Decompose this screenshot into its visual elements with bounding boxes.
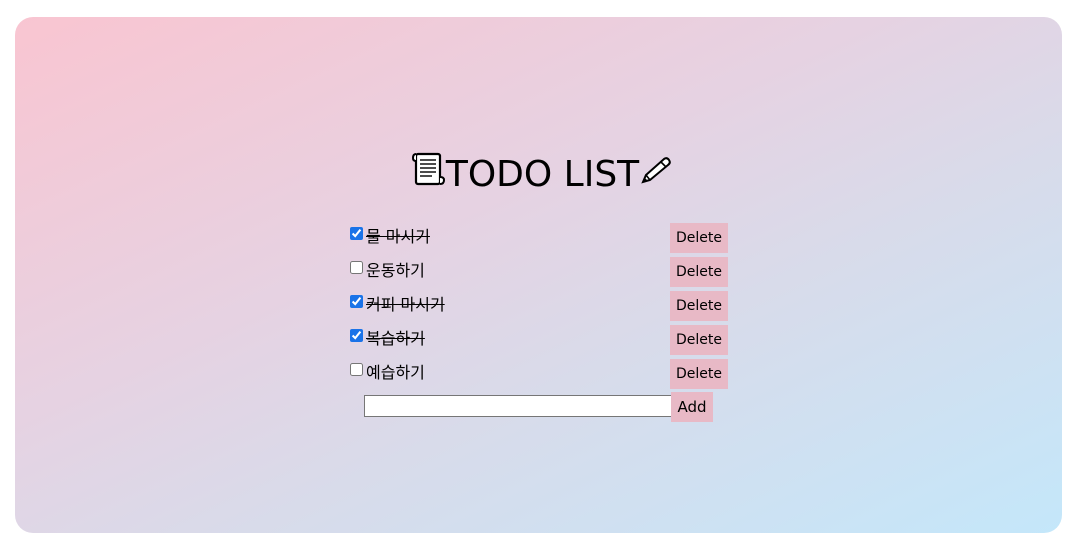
todo-checkbox[interactable] (350, 363, 363, 376)
todo-item: 복습하기 Delete (350, 324, 730, 358)
new-todo-input[interactable] (364, 395, 674, 417)
delete-button[interactable]: Delete (670, 223, 728, 253)
todo-text: 예습하기 (366, 363, 425, 382)
todo-item: 운동하기 Delete (350, 256, 730, 290)
todo-checkbox[interactable] (350, 261, 363, 274)
add-button[interactable]: Add (671, 392, 713, 422)
todo-checkbox[interactable] (350, 227, 363, 240)
todo-checkbox[interactable] (350, 329, 363, 342)
scroll-icon (411, 151, 446, 200)
todo-text: 복습하기 (366, 329, 425, 348)
delete-button[interactable]: Delete (670, 291, 728, 321)
todo-list: 물 마시기 Delete 운동하기 Delete 커피 마시기 Delete 복… (350, 222, 730, 392)
todo-item: 예습하기 Delete (350, 358, 730, 392)
page-title: TODO LIST (0, 150, 1085, 200)
title-text: TODO LIST (445, 154, 640, 195)
todo-item: 물 마시기 Delete (350, 222, 730, 256)
delete-button[interactable]: Delete (670, 359, 728, 389)
delete-button[interactable]: Delete (670, 325, 728, 355)
delete-button[interactable]: Delete (670, 257, 728, 287)
todo-checkbox[interactable] (350, 295, 363, 308)
pen-icon (639, 151, 673, 199)
todo-item: 커피 마시기 Delete (350, 290, 730, 324)
todo-text: 물 마시기 (366, 227, 430, 246)
todo-text: 운동하기 (366, 261, 425, 280)
todo-text: 커피 마시기 (366, 295, 445, 314)
